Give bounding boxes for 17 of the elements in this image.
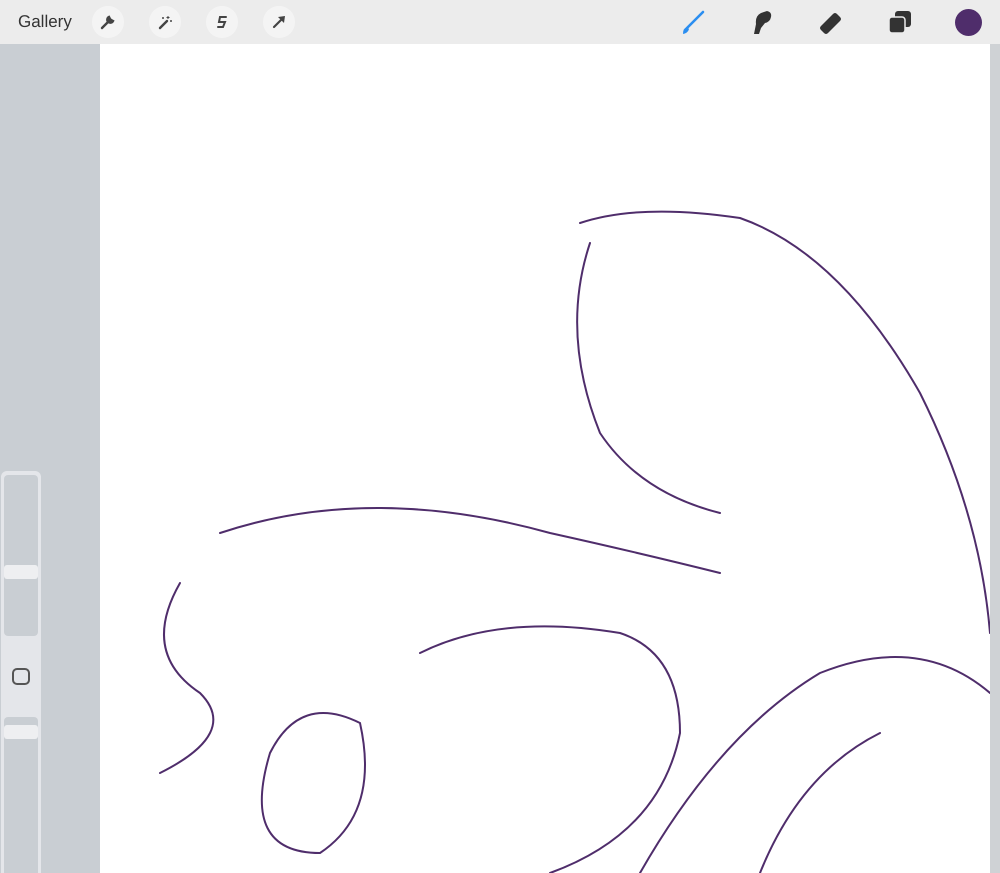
- layers-icon: [887, 9, 913, 35]
- layers-tool[interactable]: [887, 9, 913, 35]
- opacity-slider[interactable]: [4, 717, 38, 873]
- color-swatch[interactable]: [955, 8, 982, 36]
- slider-thumb[interactable]: [4, 564, 38, 579]
- brush-size-slider[interactable]: [4, 475, 38, 636]
- arrow-cursor-icon: [270, 14, 287, 30]
- slider-thumb[interactable]: [4, 725, 38, 740]
- gallery-button[interactable]: Gallery: [8, 8, 82, 36]
- modify-button[interactable]: [12, 668, 30, 686]
- magic-wand-icon: [156, 14, 173, 30]
- wrench-icon: [100, 14, 116, 30]
- selection-icon: [214, 14, 229, 30]
- selection-button[interactable]: [206, 6, 238, 38]
- wand-button[interactable]: [148, 6, 181, 38]
- arrow-button[interactable]: [262, 6, 295, 38]
- wrench-button[interactable]: [92, 6, 124, 38]
